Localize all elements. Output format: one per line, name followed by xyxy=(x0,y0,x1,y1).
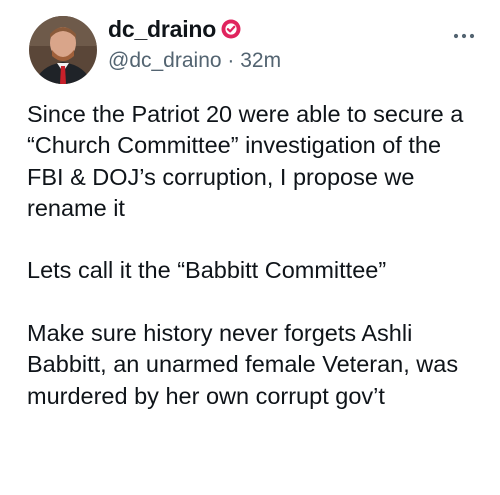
timestamp[interactable]: 32m xyxy=(240,49,281,72)
more-horizontal-icon xyxy=(453,33,475,39)
tweet-paragraph: Since the Patriot 20 were able to secure… xyxy=(27,101,464,221)
more-options-button[interactable] xyxy=(452,24,476,44)
tweet-text: Since the Patriot 20 were able to secure… xyxy=(27,99,482,412)
tweet-paragraph: Make sure history never forgets Ashli Ba… xyxy=(27,320,459,409)
tweet-paragraph: Lets call it the “Babbitt Committee” xyxy=(27,257,387,284)
avatar[interactable] xyxy=(29,16,97,84)
author-meta: @dc_draino · 32m xyxy=(108,49,281,73)
avatar-image xyxy=(29,16,97,84)
handle[interactable]: @dc_draino xyxy=(108,49,222,72)
verified-badge-icon xyxy=(221,19,241,39)
separator: · xyxy=(227,49,235,72)
author-name-row: dc_draino xyxy=(108,14,241,44)
display-name[interactable]: dc_draino xyxy=(108,16,216,43)
tweet-card: dc_draino @dc_draino · 32m Since the Pat… xyxy=(0,0,500,495)
